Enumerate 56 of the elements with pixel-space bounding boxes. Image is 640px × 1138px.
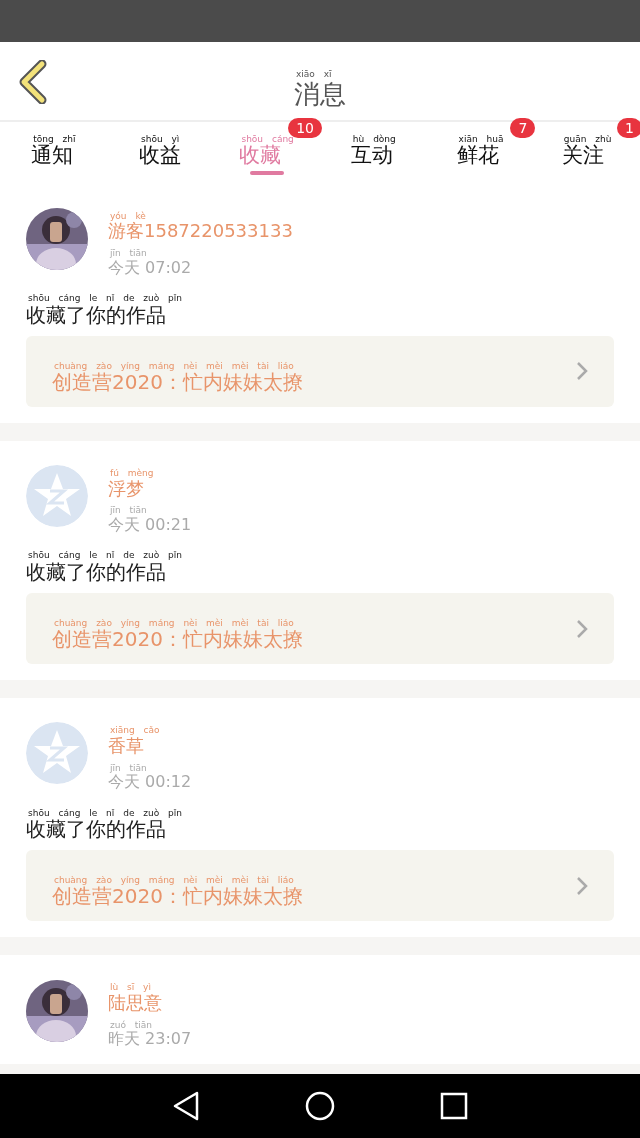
count-badge: 1 bbox=[617, 118, 640, 138]
pinyin-annotation: jīn tiān bbox=[109, 249, 147, 259]
pinyin-annotation: xiān huā bbox=[457, 134, 504, 144]
message-text: 收藏了你的作品 bbox=[26, 818, 166, 840]
pinyin-annotation: chuàng zào yíng máng nèi mèi mèi tài liáo bbox=[53, 876, 294, 886]
pinyin-annotation: shōu cáng le nǐ de zuò pǐn bbox=[27, 294, 182, 304]
work-card[interactable]: chuàng zào yíng máng nèi mèi mèi tài liáo 创造营2020：忙内妹妹太撩 bbox=[26, 850, 614, 922]
message-text: 收藏了你的作品 bbox=[26, 303, 166, 326]
work-title: 创造营2020：忙内妹妹太撩 bbox=[52, 371, 303, 394]
tab[interactable]: 收藏 bbox=[239, 144, 282, 168]
work-title: 创造营2020：忙内妹妹太撩 bbox=[52, 628, 303, 651]
pinyin-annotation: xiāng cǎo bbox=[109, 726, 160, 736]
recents-nav-icon[interactable] bbox=[439, 1092, 468, 1120]
default-avatar-icon bbox=[26, 465, 88, 528]
pinyin-annotation: jīn tiān bbox=[109, 506, 147, 516]
pinyin-annotation: fú mèng bbox=[109, 469, 154, 479]
count-badge: 7 bbox=[510, 118, 536, 138]
pinyin-annotation: hù dòng bbox=[351, 134, 396, 145]
page-title: 消息 bbox=[294, 79, 346, 109]
home-nav-icon[interactable] bbox=[305, 1091, 335, 1121]
tab[interactable]: 关注 bbox=[561, 144, 604, 168]
chevron-right-icon bbox=[576, 361, 588, 382]
back-nav-icon[interactable] bbox=[172, 1091, 201, 1121]
timestamp: 今天 07:02 bbox=[108, 258, 192, 277]
user-name[interactable]: 浮梦 bbox=[108, 478, 144, 499]
tab[interactable]: 鲜花 bbox=[456, 144, 499, 168]
tab[interactable]: 收益 bbox=[139, 144, 181, 168]
pinyin-annotation: xiāo xī bbox=[295, 70, 332, 80]
work-card[interactable]: chuàng zào yíng máng nèi mèi mèi tài liáo 创造营2020：忙内妹妹太撩 bbox=[26, 335, 614, 408]
timestamp: 今天 00:12 bbox=[108, 772, 192, 791]
chevron-right-icon bbox=[576, 618, 588, 639]
timestamp: 昨天 23:07 bbox=[108, 1030, 192, 1048]
default-avatar-icon bbox=[26, 722, 88, 785]
pinyin-annotation: shōu yì bbox=[140, 134, 180, 144]
pinyin-annotation: tōng zhī bbox=[33, 134, 76, 145]
work-card[interactable]: chuàng zào yíng máng nèi mèi mèi tài liáo 创造营2020：忙内妹妹太撩 bbox=[26, 592, 614, 665]
pinyin-annotation: yóu kè bbox=[109, 212, 146, 222]
tab-underline bbox=[249, 171, 284, 176]
user-name[interactable]: 陆思意 bbox=[108, 992, 162, 1013]
chevron-right-icon bbox=[576, 875, 588, 896]
pinyin-annotation: jīn tiān bbox=[109, 763, 147, 773]
tab[interactable]: 通知 bbox=[31, 144, 74, 168]
pinyin-annotation: zuó tiān bbox=[109, 1020, 153, 1031]
count-badge: 10 bbox=[288, 118, 322, 138]
message-text: 收藏了你的作品 bbox=[26, 560, 166, 583]
user-name[interactable]: 香草 bbox=[108, 735, 144, 756]
timestamp: 今天 00:21 bbox=[108, 515, 192, 534]
work-title: 创造营2020：忙内妹妹太撩 bbox=[52, 885, 303, 908]
pinyin-annotation: shōu cáng le nǐ de zuò pǐn bbox=[27, 808, 182, 818]
user-name[interactable]: 游客1587220533133 bbox=[108, 221, 293, 242]
pinyin-annotation: lù sī yì bbox=[109, 983, 151, 993]
pinyin-annotation: chuàng zào yíng máng nèi mèi mèi tài liáo bbox=[53, 361, 294, 372]
pinyin-annotation: chuàng zào yíng máng nèi mèi mèi tài liáo bbox=[53, 618, 294, 629]
pinyin-annotation: guān zhù bbox=[562, 134, 612, 144]
pinyin-annotation: shōu cáng le nǐ de zuò pǐn bbox=[27, 551, 182, 561]
tab[interactable]: 互动 bbox=[350, 144, 393, 168]
